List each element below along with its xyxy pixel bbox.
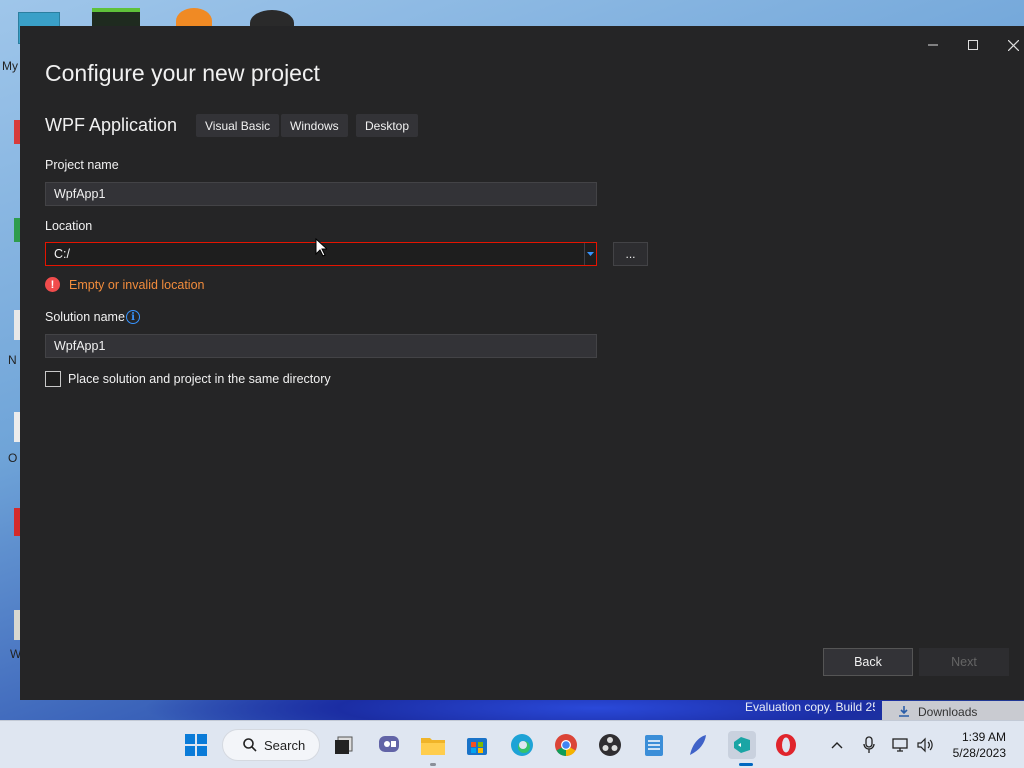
- dropdown-arrow-icon[interactable]: [584, 243, 596, 265]
- tag-project-type: Desktop: [356, 114, 419, 137]
- chrome-icon[interactable]: [552, 731, 580, 759]
- tag-language: Visual Basic: [196, 114, 280, 137]
- download-icon: [898, 705, 910, 720]
- close-button[interactable]: [998, 32, 1024, 58]
- file-explorer-icon[interactable]: [419, 731, 447, 759]
- desktop-label-fragment: My: [2, 59, 18, 73]
- windows-start-icon[interactable]: [182, 731, 210, 759]
- info-icon[interactable]: i: [126, 310, 140, 324]
- clock-time: 1:39 AM: [961, 730, 1006, 744]
- obs-icon[interactable]: [596, 731, 624, 759]
- minimize-icon: [928, 44, 938, 46]
- configure-project-dialog: Configure your new project WPF Applicati…: [20, 26, 1024, 700]
- back-button[interactable]: Back: [823, 648, 913, 676]
- project-name-input[interactable]: [45, 182, 597, 206]
- next-button[interactable]: Next: [919, 648, 1009, 676]
- maximize-icon: [968, 40, 978, 50]
- search-icon: [243, 738, 257, 752]
- template-name: WPF Application: [45, 115, 178, 135]
- same-directory-checkbox[interactable]: [45, 371, 61, 387]
- clock-date: 5/28/2023: [952, 746, 1006, 760]
- desktop-label-fragment: N: [8, 353, 17, 367]
- visual-studio-installer-icon[interactable]: [728, 731, 756, 759]
- maximize-button[interactable]: [958, 32, 988, 58]
- taskbar-search-label: Search: [264, 737, 306, 753]
- solution-name-label: Solution name: [45, 310, 125, 324]
- close-icon: [1007, 39, 1019, 51]
- minimize-button[interactable]: [918, 32, 948, 58]
- evaluation-watermark: Evaluation copy. Build 25: [745, 700, 875, 714]
- chat-icon[interactable]: [375, 731, 403, 759]
- browse-location-button[interactable]: ...: [613, 242, 648, 266]
- location-error: ! Empty or invalid location: [45, 277, 204, 292]
- opera-icon[interactable]: [772, 731, 800, 759]
- taskbar-search-button[interactable]: Search: [222, 729, 320, 761]
- running-indicator: [430, 763, 436, 766]
- network-icon[interactable]: [890, 735, 910, 755]
- downloads-label: Downloads: [918, 705, 978, 719]
- project-name-label: Project name: [45, 158, 119, 172]
- page-title: Configure your new project: [45, 60, 320, 86]
- taskbar-clock[interactable]: 1:39 AM 5/28/2023: [953, 729, 1006, 761]
- chevron-up-icon[interactable]: [827, 735, 847, 755]
- feather-app-icon[interactable]: [684, 731, 712, 759]
- error-icon: !: [45, 277, 60, 292]
- task-view-icon[interactable]: [330, 731, 358, 759]
- taskbar: Search 1:39 AM 5/28/2023: [0, 720, 1024, 768]
- same-directory-label: Place solution and project in the same d…: [68, 372, 331, 386]
- store-icon[interactable]: [463, 731, 491, 759]
- error-message: Empty or invalid location: [69, 277, 205, 292]
- edge-icon[interactable]: [508, 731, 536, 759]
- microphone-icon[interactable]: [859, 735, 879, 755]
- same-directory-option[interactable]: Place solution and project in the same d…: [45, 371, 331, 387]
- mouse-cursor-icon: [315, 238, 327, 257]
- solution-name-input[interactable]: [45, 334, 597, 358]
- location-label: Location: [45, 219, 93, 233]
- tag-platform: Windows: [281, 114, 348, 137]
- notepad-icon[interactable]: [640, 731, 668, 759]
- desktop-label-fragment: O: [8, 451, 18, 465]
- running-indicator: [739, 763, 753, 766]
- volume-icon[interactable]: [915, 735, 935, 755]
